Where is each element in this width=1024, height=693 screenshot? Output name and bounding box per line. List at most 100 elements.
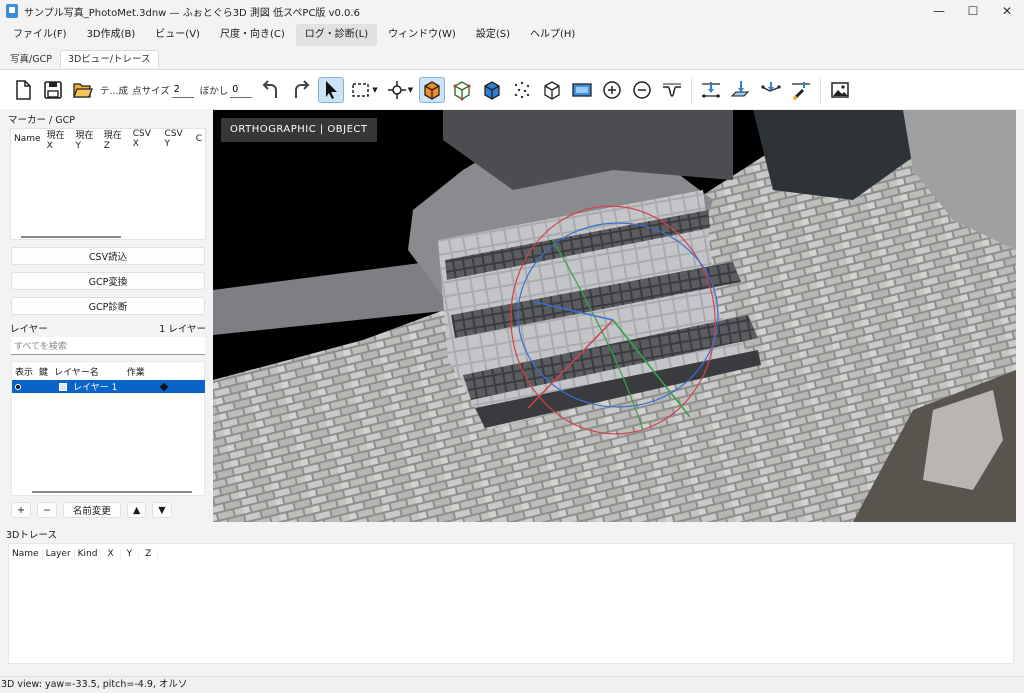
trace-link-icon [792,81,811,100]
menu-log[interactable]: ログ・診断(L) [295,23,378,46]
column-header[interactable]: 現在Z [101,128,130,151]
remove-layer-button[interactable]: − [36,502,57,518]
new-file-button[interactable] [10,77,36,103]
layer-count: 1 レイヤー [159,324,206,335]
column-header[interactable]: C [193,134,205,144]
tab-photo-gcp[interactable]: 写真/GCP [2,50,60,68]
add-layer-button[interactable]: + [11,502,31,518]
csv-load-button[interactable]: CSV読込 [11,247,205,265]
active-layer-diamond-icon[interactable] [160,382,169,391]
outline-cube-button[interactable] [539,77,565,103]
trace-table[interactable]: Name Layer Kind X Y Z [8,543,1014,664]
menu-view[interactable]: ビュー(V) [146,24,209,46]
zoom-in-button[interactable] [599,77,625,103]
3d-viewport[interactable]: ORTHOGRAPHIC | OBJECT [213,110,1016,522]
window-title: サンプル写真_PhotoMet.3dnw — ふぉとぐら3D 測図 低スペPC版… [24,7,360,19]
column-header[interactable]: レイヤー名 [51,365,102,378]
maximize-button[interactable]: ☐ [956,0,990,22]
point-cloud-icon [514,81,530,98]
marker-table-scrollbar[interactable] [21,236,121,238]
layer-search-input[interactable]: すべてを検索 [11,337,205,355]
trace-tool-2-button[interactable] [728,77,754,103]
blue-cube-icon [484,80,500,100]
point-size-label: 点サイズ [132,85,170,97]
column-header[interactable]: Y [121,548,140,559]
app-icon [6,4,18,18]
trace-tool-1-button[interactable] [698,77,724,103]
undo-icon [262,79,278,98]
status-bar: 3D view: yaw=-33.5, pitch=-4.9, オルソ [0,676,1024,693]
save-icon [44,80,62,99]
blue-cube-button[interactable] [479,77,505,103]
minimize-button[interactable]: — [922,0,956,22]
column-header[interactable]: Z [139,548,159,559]
pivot-tool-button[interactable] [384,77,410,103]
layer-header: レイヤー 1 レイヤー [10,321,206,335]
menu-file[interactable]: ファイル(F) [4,24,76,46]
menu-window[interactable]: ウィンドウ(W) [379,24,465,46]
layers-title: レイヤー [10,324,48,335]
column-header[interactable]: 鍵 [36,365,51,378]
tab-3d-view[interactable]: 3Dビュー/トレース [59,50,159,68]
solid-view-button[interactable] [419,76,446,103]
title-bar: サンプル写真_PhotoMet.3dnw — ふぉとぐら3D 測図 低スペPC版… [0,0,1024,22]
marker-table[interactable]: Name 現在X 現在Y 現在Z CSV X CSV Y C [10,128,206,240]
rect-select-icon [352,82,370,97]
column-header[interactable]: 現在X [44,128,73,151]
image-export-button[interactable] [827,77,853,103]
move-layer-down-button[interactable]: ▼ [152,502,172,518]
blur-label: ぼかし [199,85,229,97]
layer-row[interactable]: レイヤー 1 [12,380,205,393]
select-tool-button[interactable] [318,76,345,103]
column-header[interactable]: CSV X [130,129,162,149]
redo-button[interactable] [288,77,314,103]
zoom-out-button[interactable] [629,77,655,103]
rename-layer-button[interactable]: 名前変更 [62,502,121,518]
rect-select-dropdown-icon[interactable]: ▼ [372,86,377,94]
scene-render [213,110,1016,522]
column-header[interactable]: Layer [43,548,75,559]
column-header[interactable]: 作業 [124,365,148,378]
wireframe-view-button[interactable] [449,77,475,103]
trace-plane-icon [730,80,750,97]
redo-icon [295,79,310,98]
column-header[interactable]: CSV Y [162,129,193,149]
menu-build3d[interactable]: 3D作成(B) [78,24,145,46]
text-tool-label[interactable]: テ...成 [100,83,128,97]
blur-input[interactable] [230,81,253,98]
trace-tool-4-button[interactable] [788,77,814,103]
visibility-dot-icon[interactable] [15,383,21,390]
column-header[interactable]: 現在Y [73,128,101,151]
close-button[interactable]: ✕ [990,0,1024,22]
menu-scale[interactable]: 尺度・向き(C) [211,24,294,46]
column-header[interactable]: Name [9,548,43,559]
rect-select-button[interactable] [348,77,374,103]
lock-checkbox[interactable] [59,382,67,391]
point-size-input[interactable] [171,81,194,98]
column-header[interactable]: 表示 [12,365,36,378]
layer-table-scrollbar[interactable] [32,491,192,493]
pivot-dropdown-icon[interactable]: ▼ [408,86,413,94]
open-folder-button[interactable] [70,77,96,103]
outline-cube-icon [544,80,560,100]
zoom-out-icon [633,80,651,99]
folder-icon [73,82,93,98]
save-button[interactable] [40,77,66,103]
trace-tool-3-button[interactable] [758,77,784,103]
menu-bar: ファイル(F) 3D作成(B) ビュー(V) 尺度・向き(C) ログ・診断(L)… [0,22,1024,47]
point-cloud-button[interactable] [509,77,535,103]
column-header[interactable]: Kind [75,548,102,559]
frame-view-button[interactable] [569,77,595,103]
layer-table[interactable]: 表示 鍵 レイヤー名 作業 レイヤー 1 [11,361,205,496]
menu-settings[interactable]: 設定(S) [467,24,519,46]
gcp-convert-button[interactable]: GCP変換 [11,272,205,290]
profile-button[interactable] [659,77,685,103]
gcp-diagnose-button[interactable]: GCP診断 [11,297,205,315]
column-header[interactable]: Name [11,134,44,144]
column-header[interactable]: X [101,548,121,559]
undo-button[interactable] [258,77,284,103]
view-mode-label[interactable]: ORTHOGRAPHIC | OBJECT [221,118,377,142]
menu-help[interactable]: ヘルプ(H) [521,24,584,46]
image-icon [831,81,849,98]
move-layer-up-button[interactable]: ▲ [126,502,147,518]
